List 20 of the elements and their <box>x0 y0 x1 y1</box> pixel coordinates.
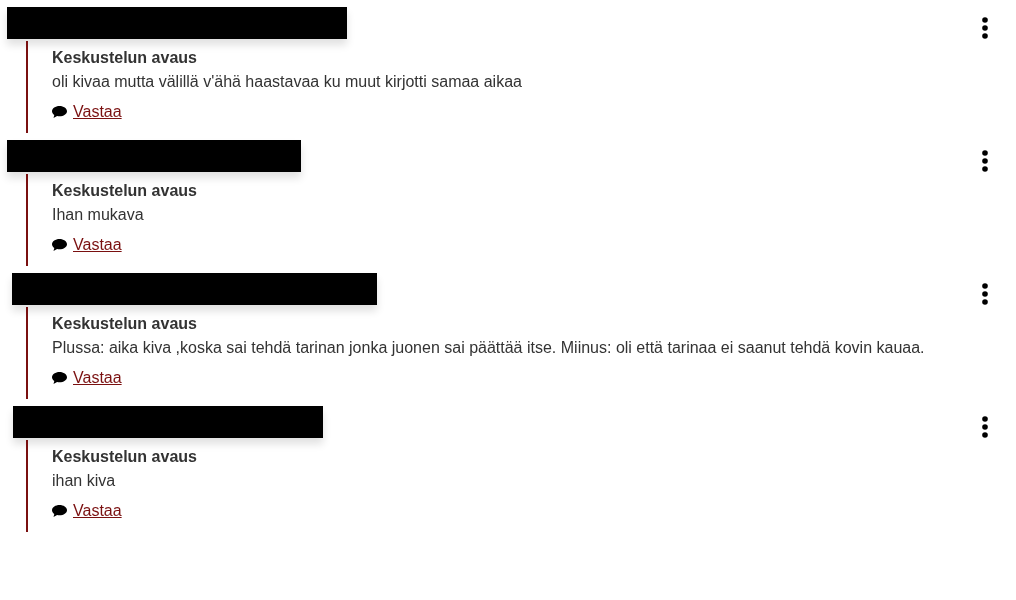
more-icon <box>982 283 988 305</box>
speech-bubble-icon <box>52 505 67 517</box>
post-title: Keskustelun avaus <box>52 182 198 200</box>
speech-bubble-icon <box>52 239 67 251</box>
more-icon <box>982 17 988 39</box>
post-title: Keskustelun avaus <box>52 49 198 67</box>
post-text: Plussa: aika kiva ,koska sai tehdä tarinan jonka juonen sai päättää itse. Miinus: oli että tarinaa ei saanut tehdä kovin kauaa. <box>52 339 926 357</box>
speech-bubble-icon <box>52 106 67 118</box>
post-title: Keskustelun avaus <box>52 315 198 333</box>
speech-bubble-icon <box>52 372 67 384</box>
post-text: Ihan mukava <box>52 206 145 224</box>
reply-link[interactable]: Vastaa <box>73 236 122 254</box>
reply-link[interactable]: Vastaa <box>73 502 122 520</box>
post-title: Keskustelun avaus <box>52 448 198 466</box>
more-icon <box>982 416 988 438</box>
more-icon <box>982 150 988 172</box>
reply-link[interactable]: Vastaa <box>73 369 122 387</box>
post-text: oli kivaa mutta välillä v'ähä haastavaa ku muut kirjotti samaa aikaa <box>52 73 523 91</box>
reply-link[interactable]: Vastaa <box>73 103 122 121</box>
post-text: ihan kiva <box>52 472 117 490</box>
